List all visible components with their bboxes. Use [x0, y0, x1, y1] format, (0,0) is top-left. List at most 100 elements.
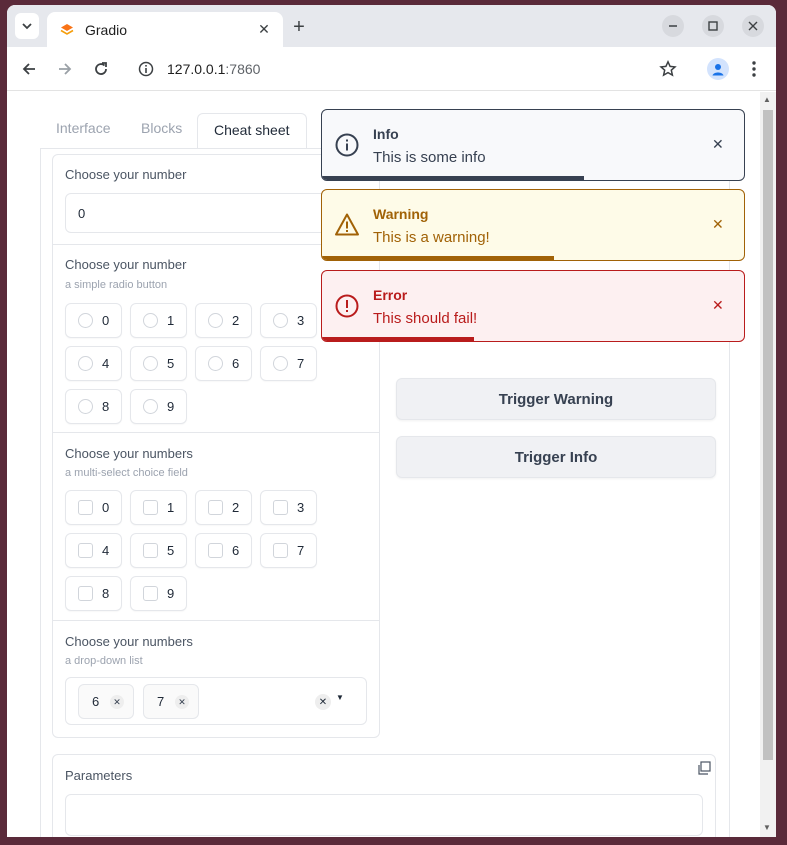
forward-arrow-icon[interactable]	[53, 57, 77, 81]
site-info-icon[interactable]	[138, 61, 154, 77]
radio-option[interactable]: 8	[65, 389, 122, 424]
checkbox-option[interactable]: 4	[65, 533, 122, 568]
checkbox-square-icon[interactable]	[78, 543, 93, 558]
radio-circle-icon[interactable]	[78, 313, 93, 328]
bookmark-star-icon[interactable]	[656, 57, 680, 81]
scroll-up-arrow-icon[interactable]: ▲	[763, 95, 771, 104]
dropdown-token-label: 7	[157, 694, 165, 709]
checkbox-square-icon[interactable]	[208, 543, 223, 558]
checkbox-option[interactable]: 8	[65, 576, 122, 611]
radio-option[interactable]: 3	[260, 303, 317, 338]
caret-down-icon[interactable]: ▼	[336, 693, 344, 702]
radio-circle-icon[interactable]	[78, 399, 93, 414]
profile-avatar-icon[interactable]	[707, 58, 729, 80]
url-text[interactable]: 127.0.0.1:7860	[167, 61, 260, 77]
radio-info: a simple radio button	[65, 279, 168, 291]
radio-circle-icon[interactable]	[208, 356, 223, 371]
checkbox-option[interactable]: 7	[260, 533, 317, 568]
toast-title: Info	[373, 126, 399, 142]
address-bar[interactable]: 127.0.0.1:7860	[128, 53, 676, 85]
parameters-label: Parameters	[65, 768, 133, 783]
toast-message: This is some info	[373, 149, 486, 166]
checkbox-option-label: 5	[167, 543, 175, 558]
kebab-menu-icon[interactable]	[742, 57, 766, 81]
toast-title: Warning	[373, 206, 429, 222]
checkbox-option-label: 8	[102, 586, 110, 601]
tab-interface[interactable]: Interface	[56, 120, 110, 136]
toast-error: Error This should fail! ✕	[321, 270, 745, 342]
reload-icon[interactable]	[89, 57, 113, 81]
checkbox-option[interactable]: 5	[130, 533, 187, 568]
close-window-icon[interactable]	[742, 15, 764, 37]
radio-circle-icon[interactable]	[143, 399, 158, 414]
close-icon[interactable]: ✕	[712, 216, 724, 233]
checkbox-square-icon[interactable]	[273, 543, 288, 558]
checkbox-square-icon[interactable]	[143, 586, 158, 601]
copy-icon[interactable]	[697, 761, 711, 775]
trigger-info-button[interactable]: Trigger Info	[396, 436, 716, 478]
radio-option-label: 6	[232, 356, 240, 371]
tab-strip: Gradio ✕ +	[7, 5, 776, 47]
radio-option[interactable]: 4	[65, 346, 122, 381]
checkbox-square-icon[interactable]	[273, 500, 288, 515]
radio-option[interactable]: 7	[260, 346, 317, 381]
remove-token-icon[interactable]: ✕	[175, 695, 189, 709]
remove-token-icon[interactable]: ✕	[110, 695, 124, 709]
radio-option[interactable]: 5	[130, 346, 187, 381]
tab-search-button[interactable]	[15, 13, 39, 39]
minimize-icon[interactable]	[662, 15, 684, 37]
checkbox-square-icon[interactable]	[143, 543, 158, 558]
checkbox-square-icon[interactable]	[208, 500, 223, 515]
checkbox-square-icon[interactable]	[78, 500, 93, 515]
radio-circle-icon[interactable]	[143, 313, 158, 328]
radio-option[interactable]: 2	[195, 303, 252, 338]
radio-option[interactable]: 9	[130, 389, 187, 424]
number-label: Choose your number	[65, 167, 187, 182]
checkbox-square-icon[interactable]	[143, 500, 158, 515]
radio-circle-icon[interactable]	[273, 313, 288, 328]
toast-warning: Warning This is a warning! ✕	[321, 189, 745, 261]
radio-circle-icon[interactable]	[143, 356, 158, 371]
chevron-down-icon	[22, 23, 32, 30]
clear-icon[interactable]: ✕	[315, 694, 331, 710]
checkbox-option-label: 2	[232, 500, 240, 515]
checkbox-option[interactable]: 1	[130, 490, 187, 525]
checkbox-option[interactable]: 0	[65, 490, 122, 525]
radio-option[interactable]: 1	[130, 303, 187, 338]
dropdown-token-label: 6	[92, 694, 100, 709]
browser-window: Gradio ✕ + 127.0.0.1:7860 Interface Bloc…	[7, 5, 776, 837]
close-icon[interactable]: ✕	[712, 297, 724, 314]
back-arrow-icon[interactable]	[17, 57, 41, 81]
checkbox-option[interactable]: 2	[195, 490, 252, 525]
radio-label: Choose your number	[65, 257, 187, 272]
close-icon[interactable]: ✕	[712, 136, 724, 153]
page-scrollbar[interactable]: ▲ ▼	[760, 92, 776, 837]
browser-toolbar: 127.0.0.1:7860	[7, 47, 776, 91]
radio-circle-icon[interactable]	[273, 356, 288, 371]
radio-circle-icon[interactable]	[78, 356, 93, 371]
checkbox-option[interactable]: 6	[195, 533, 252, 568]
radio-circle-icon[interactable]	[208, 313, 223, 328]
dropdown-input[interactable]: 6 ✕ 7 ✕ ✕ ▼	[65, 677, 367, 725]
close-tab-icon[interactable]: ✕	[255, 21, 273, 38]
dropdown-token: 7 ✕	[143, 684, 199, 719]
checkbox-option-label: 6	[232, 543, 240, 558]
checkbox-square-icon[interactable]	[78, 586, 93, 601]
checkbox-option[interactable]: 3	[260, 490, 317, 525]
browser-tab[interactable]: Gradio ✕	[47, 12, 283, 47]
checkbox-option-label: 4	[102, 543, 110, 558]
radio-option[interactable]: 0	[65, 303, 122, 338]
scroll-down-arrow-icon[interactable]: ▼	[763, 823, 771, 832]
checkbox-option-label: 3	[297, 500, 305, 515]
tab-cheat-sheet[interactable]: Cheat sheet	[197, 113, 307, 149]
trigger-warning-button[interactable]: Trigger Warning	[396, 378, 716, 420]
new-tab-plus-icon[interactable]: +	[287, 15, 311, 39]
scrollbar-thumb[interactable]	[763, 110, 773, 760]
tab-blocks[interactable]: Blocks	[141, 120, 182, 136]
parameters-block: Parameters	[52, 754, 716, 837]
checkbox-option[interactable]: 9	[130, 576, 187, 611]
toast-progress-bar	[322, 337, 474, 341]
radio-option[interactable]: 6	[195, 346, 252, 381]
maximize-icon[interactable]	[702, 15, 724, 37]
parameters-textarea[interactable]	[65, 794, 703, 836]
